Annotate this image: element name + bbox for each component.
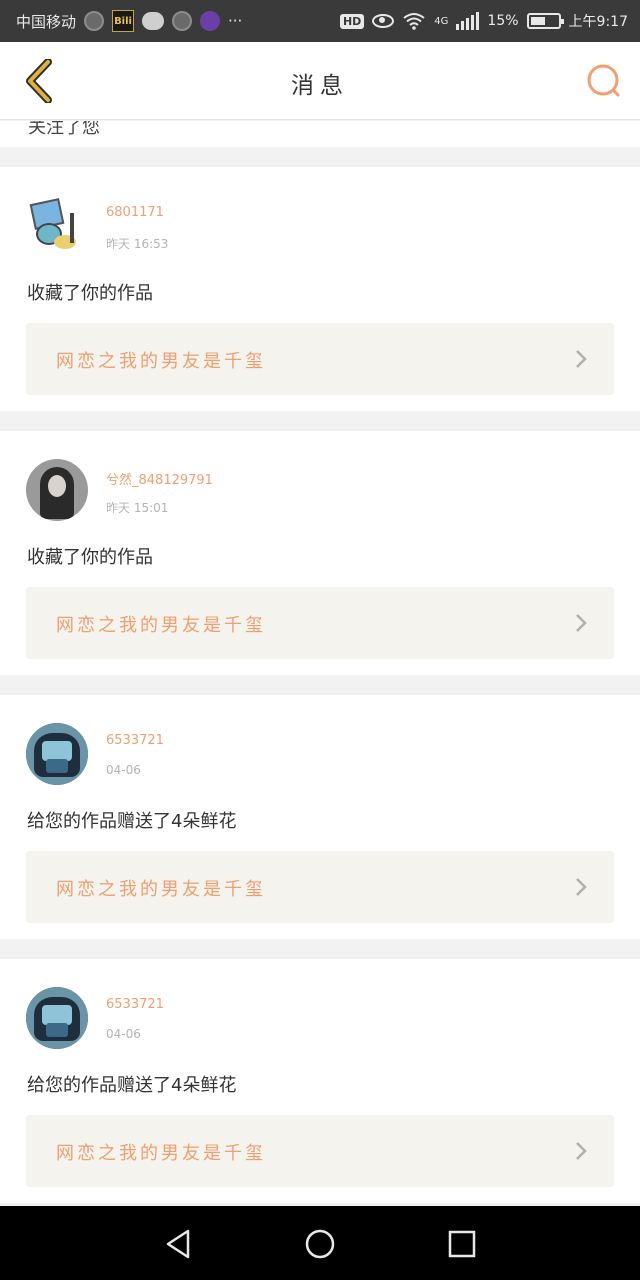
work-link[interactable]: 网恋之我的男友是千玺 <box>26 851 614 923</box>
work-link[interactable]: 网恋之我的男友是千玺 <box>26 1115 614 1187</box>
qq-icon <box>172 11 193 31</box>
search-icon <box>587 64 620 97</box>
search-button[interactable] <box>582 59 626 103</box>
status-right: HD 4G 15% 上午9:17 <box>339 10 628 32</box>
notification-card: 6533721 04-06 给您的作品赠送了4朵鲜花 网恋之我的男友是千玺 <box>0 695 640 939</box>
chevron-right-icon <box>576 350 587 368</box>
notification-card: 6801171 昨天 16:53 收藏了你的作品 网恋之我的男友是千玺 <box>0 167 640 411</box>
divider <box>0 939 640 959</box>
work-title: 网恋之我的男友是千玺 <box>56 1143 266 1164</box>
divider <box>0 411 640 431</box>
battery-percent: 15% <box>487 13 519 29</box>
username-link[interactable]: 6801171 <box>106 205 164 220</box>
status-left: 中国移动 Bili ··· <box>16 10 242 32</box>
avatar[interactable] <box>26 459 88 521</box>
app-header: 消息 <box>0 42 640 120</box>
chevron-right-icon <box>576 614 587 632</box>
nav-recents-button[interactable] <box>444 1226 480 1262</box>
notification-message: 收藏了你的作品 <box>27 547 153 568</box>
notification-card: 兮然_848129791 昨天 15:01 收藏了你的作品 网恋之我的男友是千玺 <box>0 431 640 675</box>
status-bar: 中国移动 Bili ··· HD 4G 15% 上午9:17 <box>0 0 640 42</box>
battery-icon <box>526 13 564 29</box>
notification-card: 6533721 04-06 给您的作品赠送了4朵鲜花 网恋之我的男友是千玺 <box>0 959 640 1203</box>
username-link[interactable]: 6533721 <box>106 997 164 1012</box>
timestamp: 04-06 <box>106 1027 141 1041</box>
page-title: 消息 <box>291 73 349 99</box>
wifi-icon <box>403 13 425 30</box>
notification-message: 给您的作品赠送了4朵鲜花 <box>27 811 237 832</box>
avatar[interactable] <box>26 195 88 257</box>
square-recents-icon <box>448 1230 476 1258</box>
chevron-right-icon <box>576 1142 587 1160</box>
work-link[interactable]: 网恋之我的男友是千玺 <box>26 323 614 395</box>
notification-message: 收藏了你的作品 <box>27 283 153 304</box>
avatar[interactable] <box>26 987 88 1049</box>
circle-home-icon <box>305 1229 335 1259</box>
timestamp: 昨天 16:53 <box>106 237 169 251</box>
timestamp: 昨天 15:01 <box>106 501 169 515</box>
app-notification-icon <box>84 11 105 31</box>
network-type: 4G <box>434 15 449 27</box>
avatar[interactable] <box>26 723 88 785</box>
divider <box>0 147 640 167</box>
work-link[interactable]: 网恋之我的男友是千玺 <box>26 587 614 659</box>
previous-notification: 关注了您 <box>0 121 640 147</box>
more-notifications: ··· <box>228 12 243 30</box>
hd-badge: HD <box>339 13 365 29</box>
nav-back-button[interactable] <box>160 1226 196 1262</box>
nav-home-button[interactable] <box>302 1226 338 1262</box>
eye-comfort-icon <box>372 14 395 28</box>
timestamp: 04-06 <box>106 763 141 777</box>
username-link[interactable]: 6533721 <box>106 733 164 748</box>
app-badge-icon <box>200 11 221 31</box>
signal-icon <box>456 12 480 30</box>
divider <box>0 675 640 695</box>
system-nav-bar <box>0 1206 640 1280</box>
notification-feed[interactable]: 关注了您 6801171 昨天 16:53 收藏了你的作品 网恋之我的男友是千玺… <box>0 121 640 1206</box>
carrier-label: 中国移动 <box>16 12 77 31</box>
username-link[interactable]: 兮然_848129791 <box>106 469 213 488</box>
notification-message: 给您的作品赠送了4朵鲜花 <box>27 1075 237 1096</box>
work-title: 网恋之我的男友是千玺 <box>56 615 266 636</box>
work-title: 网恋之我的男友是千玺 <box>56 879 266 900</box>
previous-notification-text: 关注了您 <box>28 121 100 138</box>
bilibili-icon: Bili <box>112 10 135 32</box>
clock: 上午9:17 <box>568 14 628 30</box>
triangle-back-icon <box>166 1229 190 1259</box>
chevron-right-icon <box>576 878 587 896</box>
wechat-icon <box>142 12 165 30</box>
work-title: 网恋之我的男友是千玺 <box>56 351 266 372</box>
